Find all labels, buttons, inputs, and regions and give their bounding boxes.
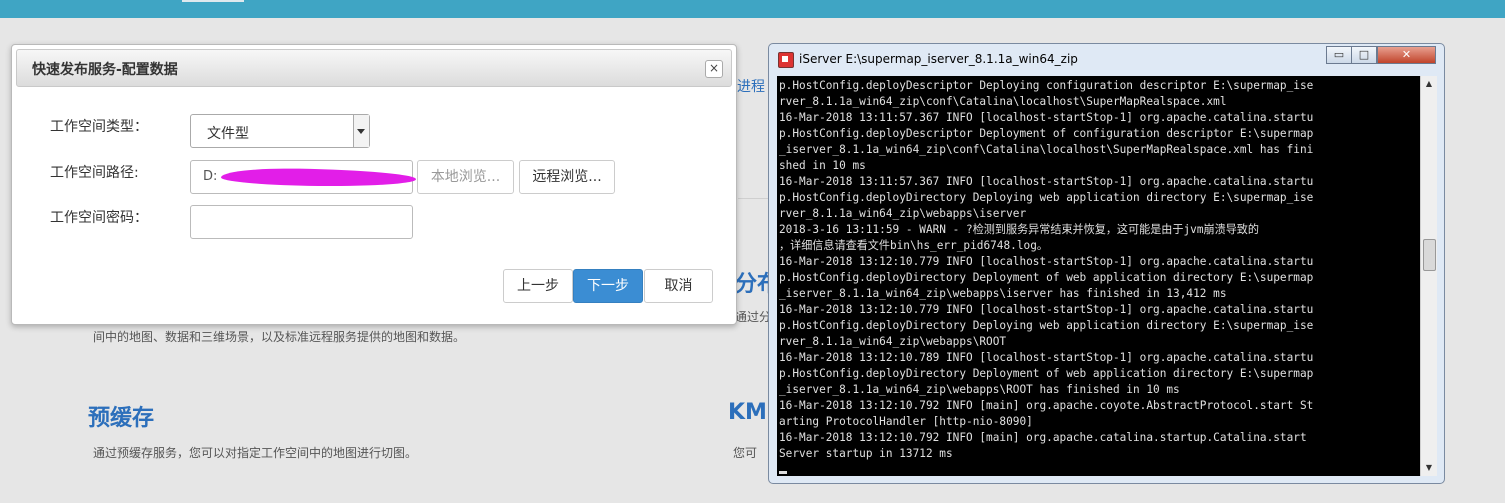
workspace-type-select[interactable]: 文件型 — [190, 114, 370, 148]
console-line: 2018-3-16 13:11:59 - WARN - ?检测到服务异常结束并恢… — [779, 223, 1259, 236]
console-line: 16-Mar-2018 13:12:10.792 INFO [main] org… — [779, 399, 1314, 412]
console-line: rver_8.1.1a_win64_zip\conf\Catalina\loca… — [779, 95, 1227, 108]
prev-button[interactable]: 上一步 — [503, 269, 573, 303]
quick-publish-dialog: 快速发布服务-配置数据 × 工作空间类型： 文件型 工作空间路径: D: 本地浏… — [11, 44, 737, 325]
console-line: p.HostConfig.deployDirectory Deployment … — [779, 367, 1314, 380]
console-line: p.HostConfig.deployDirectory Deployment … — [779, 271, 1314, 284]
close-icon[interactable]: × — [705, 60, 723, 78]
workspace-path-input[interactable]: D: — [190, 160, 417, 194]
console-line: Server startup in 13712 ms — [779, 447, 953, 460]
console-line: arting ProtocolHandler [http-nio-8090] — [779, 415, 1033, 428]
precache-title[interactable]: 预缓存 — [88, 400, 154, 432]
scroll-down-icon[interactable]: ▼ — [1421, 460, 1437, 476]
text-cursor — [779, 471, 787, 474]
console-line: rver_8.1.1a_win64_zip\webapps\iserver — [779, 207, 1027, 220]
redaction-scribble — [220, 167, 417, 188]
precache-desc: 通过预缓存服务，您可以对指定工作空间中的地图进行切图。 — [93, 446, 418, 460]
console-line: p.HostConfig.deployDescriptor Deploying … — [779, 79, 1314, 92]
console-output[interactable]: p.HostConfig.deployDescriptor Deploying … — [777, 76, 1428, 476]
workspace-password-input[interactable] — [190, 205, 413, 239]
console-log: p.HostConfig.deployDescriptor Deploying … — [779, 78, 1419, 462]
workspace-type-value: 文件型 — [207, 126, 249, 142]
console-line: 16-Mar-2018 13:12:10.789 INFO [localhost… — [779, 351, 1314, 364]
kml-title[interactable]: KM — [728, 400, 767, 425]
close-icon[interactable]: ✕ — [1377, 46, 1436, 64]
console-line: ，详细信息请查看文件bin\hs_err_pid6748.log。 — [779, 239, 1048, 252]
divider — [738, 198, 768, 199]
dialog-title: 快速发布服务-配置数据 — [32, 62, 178, 78]
maximize-icon[interactable]: □ — [1351, 46, 1377, 64]
console-line: p.HostConfig.deployDirectory Deploying w… — [779, 319, 1314, 332]
workspace-path-label: 工作空间路径: — [50, 165, 139, 181]
minimize-icon[interactable]: ▭ — [1326, 46, 1352, 64]
section-desc-publish: 间中的地图、数据和三维场景，以及标准远程服务提供的地图和数据。 — [93, 330, 466, 344]
next-button[interactable]: 下一步 — [573, 269, 643, 303]
workspace-password-label: 工作空间密码： — [50, 210, 148, 226]
workspace-path-value: D: — [203, 169, 218, 184]
header-tab-stub — [182, 0, 244, 2]
console-line: shed in 10 ms — [779, 159, 866, 172]
console-line: 16-Mar-2018 13:12:10.779 INFO [localhost… — [779, 255, 1314, 268]
dialog-header: 快速发布服务-配置数据 × — [16, 49, 732, 87]
console-line: _iserver_8.1.1a_win64_zip\webapps\iserve… — [779, 287, 1227, 300]
remote-browse-button[interactable]: 远程浏览... — [519, 160, 615, 194]
workspace-type-label: 工作空间类型： — [50, 119, 148, 135]
kml-desc: 您可 — [733, 446, 758, 460]
console-line: p.HostConfig.deployDescriptor Deployment… — [779, 127, 1314, 140]
console-line: _iserver_8.1.1a_win64_zip\conf\Catalina\… — [779, 143, 1314, 156]
console-titlebar[interactable]: iServer E:\supermap_iserver_8.1.1a_win64… — [769, 44, 1444, 74]
console-line: rver_8.1.1a_win64_zip\webapps\ROOT — [779, 335, 1007, 348]
console-line: 16-Mar-2018 13:11:57.367 INFO [localhost… — [779, 175, 1314, 188]
console-title: iServer E:\supermap_iserver_8.1.1a_win64… — [799, 52, 1078, 66]
console-line: 16-Mar-2018 13:11:57.367 INFO [localhost… — [779, 111, 1314, 124]
scroll-thumb[interactable] — [1423, 239, 1436, 271]
process-link[interactable]: 进程 — [737, 76, 765, 96]
console-window: iServer E:\supermap_iserver_8.1.1a_win64… — [768, 43, 1445, 484]
console-line: 16-Mar-2018 13:12:10.792 INFO [main] org… — [779, 431, 1307, 444]
console-scrollbar[interactable]: ▲ ▼ — [1420, 76, 1437, 476]
cancel-button[interactable]: 取消 — [644, 269, 713, 303]
scroll-up-icon[interactable]: ▲ — [1421, 76, 1437, 92]
app-header-band — [0, 0, 1505, 18]
section-desc-fragment: 通过分 — [735, 310, 772, 324]
java-app-icon — [778, 52, 794, 68]
console-line: p.HostConfig.deployDirectory Deploying w… — [779, 191, 1314, 204]
chevron-down-icon[interactable] — [353, 115, 369, 147]
console-line: 16-Mar-2018 13:12:10.779 INFO [localhost… — [779, 303, 1314, 316]
console-line: _iserver_8.1.1a_win64_zip\webapps\ROOT h… — [779, 383, 1180, 396]
local-browse-button[interactable]: 本地浏览... — [417, 160, 514, 194]
